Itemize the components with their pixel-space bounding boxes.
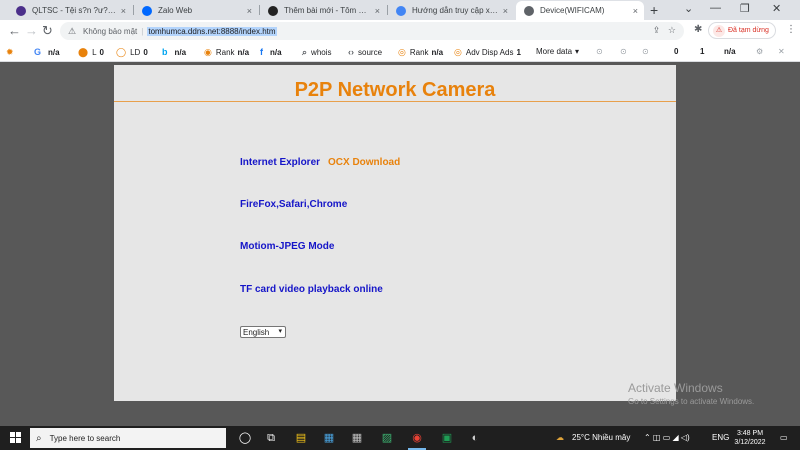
- tab-label: Zalo Web: [158, 6, 193, 15]
- task-view-icon[interactable]: ⧉: [264, 431, 278, 445]
- reload-button[interactable]: ↻: [42, 23, 53, 39]
- close-tab-icon[interactable]: ×: [121, 6, 126, 16]
- cortana-icon[interactable]: ◯: [238, 431, 252, 445]
- warning-icon: ⚠: [68, 26, 77, 36]
- google-favicon-icon: [396, 5, 406, 16]
- tab-them-bai-moi[interactable]: Thêm bài mới - Tôm hùm Mi ×: [260, 1, 386, 20]
- forward-button[interactable]: →: [25, 23, 38, 38]
- close-tab-icon[interactable]: ×: [375, 6, 380, 16]
- tab-label: QLTSC - Tệi s?n ?ư?ng b7: [32, 6, 117, 15]
- tab-label: Device(WIFICAM): [540, 6, 605, 15]
- watermark-subtitle: Go to Settings to activate Windows.: [628, 397, 755, 406]
- not-secure-label[interactable]: Không bảo mật: [83, 27, 137, 36]
- camera-login-page: P2P Network Camera Internet Explorer OCX…: [114, 65, 676, 401]
- chrome-icon[interactable]: ◉: [408, 431, 426, 450]
- language-select[interactable]: English ▾: [240, 326, 286, 338]
- minimize-button[interactable]: —: [710, 2, 721, 14]
- new-tab-button[interactable]: +: [650, 2, 658, 18]
- tab-zalo[interactable]: Zalo Web ×: [134, 1, 258, 20]
- ext-eye-icon[interactable]: ⊙: [596, 47, 603, 56]
- share-bookmark-icons[interactable]: ⇪ ☆: [653, 25, 676, 36]
- ext-count-one[interactable]: 1: [700, 47, 704, 56]
- ext-more-data[interactable]: More data ▾: [536, 47, 579, 56]
- ext-facebook[interactable]: f n/a: [260, 47, 282, 57]
- close-tab-icon[interactable]: ×: [247, 6, 252, 16]
- ext-links[interactable]: ⬤ L 0: [78, 47, 104, 58]
- gear-favicon-icon: [268, 5, 278, 16]
- excel-icon[interactable]: ▣: [440, 431, 454, 445]
- clock-date: 3/12/2022: [734, 439, 766, 446]
- search-placeholder: Type here to search: [49, 433, 121, 443]
- clock[interactable]: 3:48 PM 3/12/2022: [732, 429, 768, 447]
- ext-linking-domains[interactable]: ◯ LD 0: [116, 47, 148, 58]
- ext-seoquake-icon[interactable]: ✹: [6, 47, 18, 58]
- gear-icon[interactable]: ⚙: [756, 47, 763, 56]
- calculator-icon[interactable]: ▦: [350, 431, 364, 445]
- motion-jpeg-link[interactable]: Motiom-JPEG Mode: [240, 241, 334, 252]
- close-icon[interactable]: ✕: [778, 47, 785, 56]
- close-tab-icon[interactable]: ×: [503, 6, 508, 16]
- weather-text[interactable]: 25°C Nhiều mây: [572, 433, 630, 442]
- ocx-download-link[interactable]: OCX Download: [328, 157, 400, 168]
- ext-density-icon[interactable]: ⊙: [642, 47, 649, 56]
- language-indicator[interactable]: ENG: [712, 433, 729, 442]
- ext-bing-index[interactable]: b n/a: [162, 47, 186, 57]
- tray-icons[interactable]: ⌃ ◫ ▭ ◢ ◁): [644, 433, 690, 442]
- browser-toolbar: ← → ↻ ⚠ Không bảo mật | tomhumca.ddns.ne…: [0, 20, 800, 42]
- internet-explorer-link[interactable]: Internet Explorer: [240, 157, 320, 168]
- taskbar-search-input[interactable]: ⌕ Type here to search: [30, 428, 226, 448]
- zalo-favicon-icon: [142, 5, 152, 16]
- app-icon[interactable]: ◐: [468, 431, 482, 445]
- ext-rank-2[interactable]: ◎ Rank n/a: [398, 47, 443, 58]
- menu-icon[interactable]: ⋮: [786, 24, 796, 35]
- ext-whois[interactable]: ⌕ whois: [302, 47, 332, 58]
- maximize-button[interactable]: ❐: [740, 2, 750, 15]
- tab-qltsc[interactable]: QLTSC - Tệi s?n ?ư?ng b7 ×: [8, 1, 132, 20]
- notification-icon[interactable]: ▭: [780, 433, 788, 442]
- ext-google-index[interactable]: Gn/a: [34, 47, 60, 57]
- extension-bar: ✹ Gn/a ⬤ L 0 ◯ LD 0 b n/a ◉ Rank n/a f n/a ⌕ whoi…: [0, 42, 800, 62]
- tab-search-icon[interactable]: ⌄: [684, 2, 693, 15]
- profile-label: Đã tạm dừng: [728, 27, 769, 34]
- page-title: P2P Network Camera: [294, 79, 496, 101]
- profile-button[interactable]: ⚠ Đã tạm dừng: [708, 22, 776, 39]
- search-icon: ⌕: [36, 432, 42, 444]
- taskbar: ⌕ Type here to search ◯ ⧉ ▤ ▦ ▦ ▨ ◉ ▣ ◐ …: [0, 426, 800, 450]
- chevron-down-icon: ▾: [278, 328, 282, 335]
- extensions-puzzle-icon[interactable]: ✱: [694, 24, 702, 35]
- weather-icon[interactable]: ☁: [556, 433, 564, 442]
- file-explorer-icon[interactable]: ▤: [294, 431, 308, 445]
- language-selected: English: [243, 327, 270, 337]
- ext-na[interactable]: n/a: [724, 47, 736, 56]
- watermark-title: Activate Windows: [628, 381, 723, 395]
- close-tab-icon[interactable]: ×: [633, 6, 638, 16]
- tab-huong-dan[interactable]: Hướng dẫn truy cập xem tru ×: [388, 1, 514, 20]
- title-divider: [114, 101, 676, 102]
- store-icon[interactable]: ▦: [322, 431, 336, 445]
- globe-favicon-icon: [524, 5, 534, 16]
- ext-source[interactable]: ‹› source: [348, 47, 382, 57]
- tab-label: Thêm bài mới - Tôm hùm Mi: [284, 6, 371, 15]
- windows-start-icon[interactable]: [10, 432, 22, 444]
- tab-label: Hướng dẫn truy cập xem tru: [412, 6, 499, 15]
- network-app-icon[interactable]: ▨: [380, 431, 394, 445]
- clock-time: 3:48 PM: [736, 430, 764, 437]
- qltsc-favicon-icon: [16, 5, 26, 16]
- tf-card-playback-link[interactable]: TF card video playback online: [240, 284, 383, 295]
- tab-device-wificam[interactable]: Device(WIFICAM) ×: [516, 1, 644, 20]
- url-text[interactable]: tomhumca.ddns.net:8888/index.htm: [147, 26, 277, 36]
- ext-rank[interactable]: ◉ Rank n/a: [204, 47, 249, 58]
- avatar: ⚠: [713, 24, 725, 37]
- tab-strip: QLTSC - Tệi s?n ?ư?ng b7 × Zalo Web × Th…: [0, 0, 800, 20]
- firefox-safari-chrome-link[interactable]: FireFox,Safari,Chrome: [240, 199, 347, 210]
- close-window-button[interactable]: ✕: [772, 2, 781, 15]
- back-button[interactable]: ←: [8, 23, 21, 38]
- address-separator: |: [141, 26, 144, 36]
- activate-windows-watermark: Activate Windows Go to Settings to activ…: [628, 381, 754, 406]
- address-bar[interactable]: ⚠ Không bảo mật | tomhumca.ddns.net:8888…: [60, 22, 684, 40]
- ext-info-icon[interactable]: ⊙: [620, 47, 627, 56]
- ext-adv-disp-ads[interactable]: ◎ Adv Disp Ads 1: [454, 47, 521, 58]
- ext-count-zero[interactable]: 0: [674, 47, 678, 56]
